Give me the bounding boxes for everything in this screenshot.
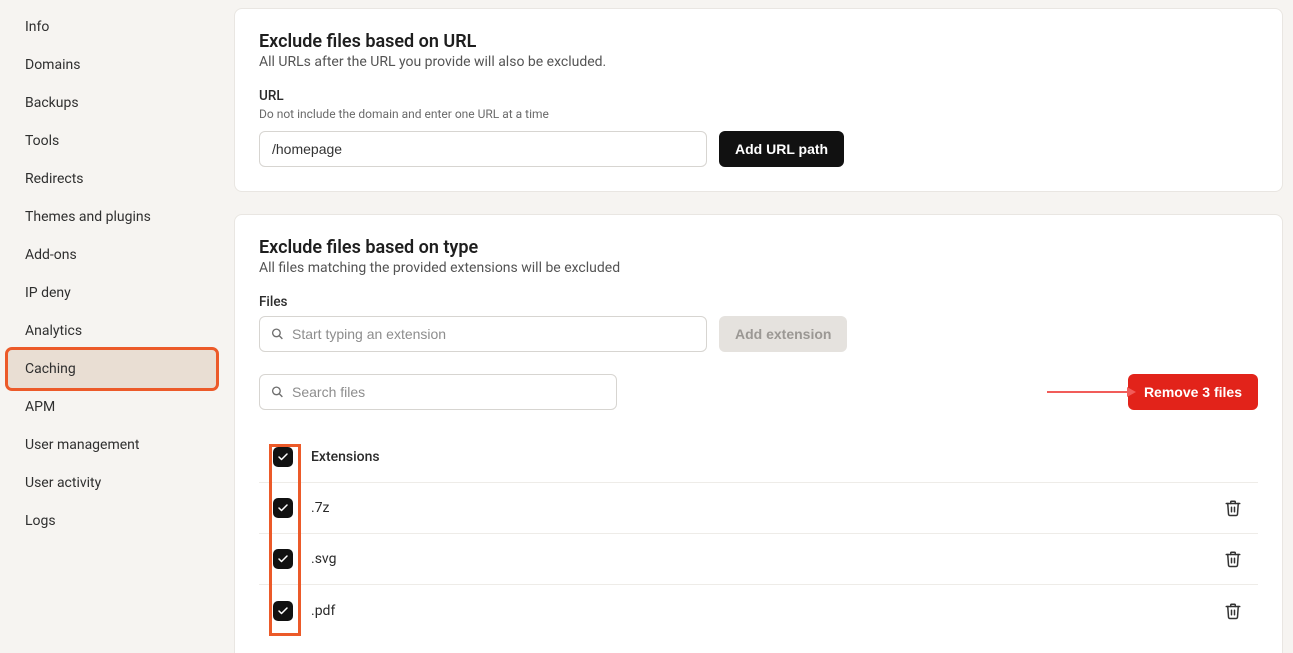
arrow-annotation (1047, 387, 1136, 397)
trash-icon (1224, 550, 1242, 568)
sidebar-item-user-activity[interactable]: User activity (0, 464, 224, 502)
sidebar-item-info[interactable]: Info (0, 8, 224, 46)
table-header-row: Extensions (259, 432, 1258, 483)
sidebar-item-tools[interactable]: Tools (0, 122, 224, 160)
add-extension-button[interactable]: Add extension (719, 316, 847, 352)
sidebar-item-apm[interactable]: APM (0, 388, 224, 426)
delete-row-button[interactable] (1216, 491, 1250, 525)
extension-input-wrap (259, 316, 707, 352)
sidebar-item-caching[interactable]: Caching (8, 350, 216, 388)
exclude-url-title: Exclude files based on URL (259, 31, 1258, 52)
url-field-hint: Do not include the domain and enter one … (259, 107, 1258, 121)
sidebar-item-themes-plugins[interactable]: Themes and plugins (0, 198, 224, 236)
trash-icon (1224, 499, 1242, 517)
exclude-type-subtitle: All files matching the provided extensio… (259, 260, 1258, 276)
content: Exclude files based on URL All URLs afte… (224, 0, 1293, 653)
exclude-url-subtitle: All URLs after the URL you provide will … (259, 54, 1258, 70)
extensions-table: Extensions .7z (259, 432, 1258, 636)
sidebar-item-logs[interactable]: Logs (0, 502, 224, 540)
trash-icon (1224, 602, 1242, 620)
row-extension: .pdf (311, 603, 1216, 619)
url-input[interactable] (259, 131, 707, 167)
search-icon (271, 386, 284, 399)
row-checkbox[interactable] (273, 549, 293, 569)
extension-input[interactable] (259, 316, 707, 352)
sidebar-item-domains[interactable]: Domains (0, 46, 224, 84)
table-row: .7z (259, 483, 1258, 534)
sidebar-item-ip-deny[interactable]: IP deny (0, 274, 224, 312)
delete-row-button[interactable] (1216, 542, 1250, 576)
exclude-type-title: Exclude files based on type (259, 237, 1258, 258)
delete-row-button[interactable] (1216, 594, 1250, 628)
exclude-url-panel: Exclude files based on URL All URLs afte… (234, 8, 1283, 192)
sidebar-item-analytics[interactable]: Analytics (0, 312, 224, 350)
select-all-checkbox[interactable] (273, 447, 293, 467)
row-checkbox[interactable] (273, 601, 293, 621)
exclude-type-panel: Exclude files based on type All files ma… (234, 214, 1283, 653)
sidebar-item-redirects[interactable]: Redirects (0, 160, 224, 198)
table-row: .pdf (259, 585, 1258, 636)
sidebar: Info Domains Backups Tools Redirects The… (0, 0, 224, 653)
row-checkbox[interactable] (273, 498, 293, 518)
add-url-path-button[interactable]: Add URL path (719, 131, 844, 167)
files-field-label: Files (259, 294, 1258, 310)
search-files-wrap (259, 374, 617, 410)
sidebar-item-user-management[interactable]: User management (0, 426, 224, 464)
row-extension: .svg (311, 551, 1216, 567)
row-extension: .7z (311, 500, 1216, 516)
remove-files-button[interactable]: Remove 3 files (1128, 374, 1258, 410)
table-header-extensions: Extensions (311, 449, 1250, 465)
search-files-input[interactable] (259, 374, 617, 410)
sidebar-item-backups[interactable]: Backups (0, 84, 224, 122)
table-row: .svg (259, 534, 1258, 585)
url-field-label: URL (259, 88, 1258, 104)
sidebar-item-addons[interactable]: Add-ons (0, 236, 224, 274)
search-icon (271, 328, 284, 341)
